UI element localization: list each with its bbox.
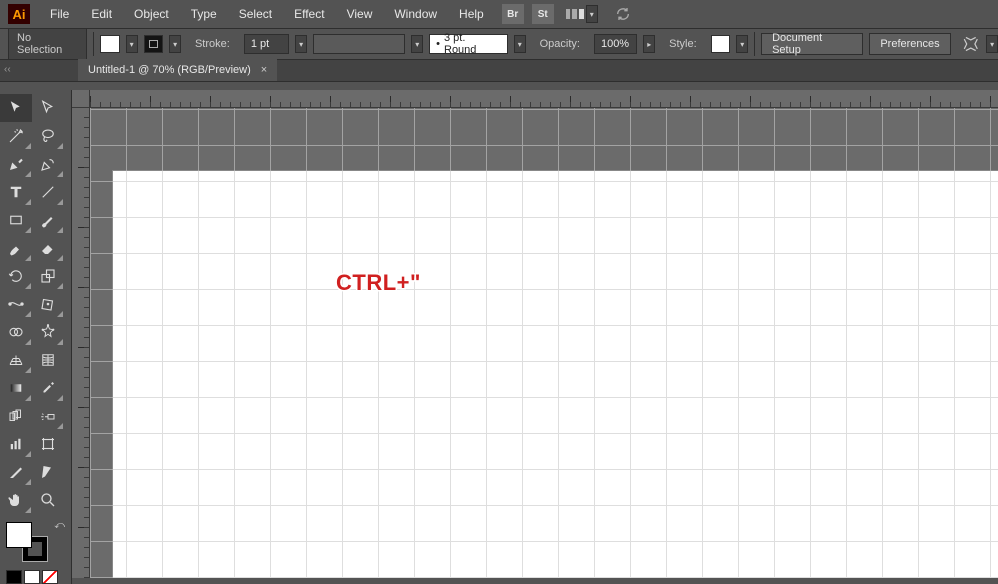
fill-stroke-swap[interactable]: ⤺	[0, 518, 71, 568]
fill-color-box[interactable]	[6, 522, 32, 548]
perspective-grid-tool[interactable]	[0, 346, 32, 374]
arrange-documents-icon[interactable]	[566, 7, 584, 21]
column-graph-tool[interactable]	[0, 430, 32, 458]
slice-tool[interactable]	[0, 458, 32, 486]
stroke-label: Stroke:	[187, 35, 238, 53]
align-to-icon[interactable]	[961, 34, 981, 54]
paintbrush-tool[interactable]	[32, 206, 64, 234]
fill-dropdown[interactable]: ▾	[126, 35, 138, 53]
profile-dropdown[interactable]: ▾	[411, 35, 423, 53]
preferences-button[interactable]: Preferences	[869, 33, 950, 55]
divider	[93, 32, 94, 56]
control-bar: No Selection ▾ ▾ Stroke: 1 pt ▾ ▾ •3 pt.…	[0, 28, 998, 60]
canvas-area[interactable]: CTRL+"	[72, 90, 998, 578]
overlay-annotation: CTRL+"	[336, 270, 421, 296]
pen-tool[interactable]	[0, 150, 32, 178]
document-tab[interactable]: Untitled-1 @ 70% (RGB/Preview) ×	[78, 59, 277, 81]
puppet-warp-tool[interactable]	[32, 318, 64, 346]
menu-object[interactable]: Object	[124, 3, 179, 25]
opacity-dropdown[interactable]: ▸	[643, 35, 655, 53]
document-setup-button[interactable]: Document Setup	[761, 33, 863, 55]
arrange-dropdown[interactable]: ▾	[586, 5, 598, 23]
free-transform-tool[interactable]	[32, 290, 64, 318]
sync-settings-icon[interactable]	[614, 6, 632, 22]
vertical-ruler[interactable]	[72, 108, 90, 578]
brush-dropdown[interactable]: ▾	[514, 35, 526, 53]
style-swatch[interactable]	[711, 35, 731, 53]
menu-view[interactable]: View	[337, 3, 383, 25]
rectangle-tool[interactable]	[0, 206, 32, 234]
artboard-tool[interactable]	[32, 430, 64, 458]
stroke-weight-field[interactable]: 1 pt	[244, 34, 289, 54]
app-logo: Ai	[8, 4, 30, 24]
lasso-tool[interactable]	[32, 122, 64, 150]
zoom-tool[interactable]	[32, 486, 64, 514]
menu-bar: Ai File Edit Object Type Select Effect V…	[0, 0, 998, 28]
align-dropdown[interactable]: ▾	[986, 35, 998, 53]
style-label: Style:	[661, 35, 705, 53]
symbol-sprayer-tool[interactable]	[32, 402, 64, 430]
horizontal-ruler[interactable]	[90, 90, 998, 108]
stock-icon[interactable]: St	[532, 4, 554, 24]
tools-panel: ⤺	[0, 90, 72, 584]
mesh-tool[interactable]	[32, 346, 64, 374]
print-tiling-tool[interactable]	[32, 458, 64, 486]
selection-tool[interactable]	[0, 94, 32, 122]
blend-tool[interactable]	[0, 402, 32, 430]
rotate-tool[interactable]	[0, 262, 32, 290]
document-tab-bar: Untitled-1 @ 70% (RGB/Preview) ×	[0, 60, 998, 82]
artboard[interactable]	[112, 170, 998, 578]
shape-builder-tool[interactable]	[0, 318, 32, 346]
stroke-swatch[interactable]	[144, 35, 164, 53]
magic-wand-tool[interactable]	[0, 122, 32, 150]
menu-type[interactable]: Type	[181, 3, 227, 25]
brush-definition[interactable]: •3 pt. Round	[429, 34, 508, 54]
hand-tool[interactable]	[0, 486, 32, 514]
brush-def-text: 3 pt. Round	[444, 32, 501, 56]
menu-file[interactable]: File	[40, 3, 79, 25]
gradient-tool[interactable]	[0, 374, 32, 402]
document-title: Untitled-1 @ 70% (RGB/Preview)	[88, 64, 251, 76]
stroke-dropdown[interactable]: ▾	[169, 35, 181, 53]
direct-selection-tool[interactable]	[32, 94, 64, 122]
menu-effect[interactable]: Effect	[284, 3, 334, 25]
menu-select[interactable]: Select	[229, 3, 282, 25]
stroke-weight-dropdown[interactable]: ▾	[295, 35, 307, 53]
selection-status: No Selection	[8, 28, 87, 60]
width-tool[interactable]	[0, 290, 32, 318]
ruler-origin[interactable]	[72, 90, 90, 108]
shaper-tool[interactable]	[0, 234, 32, 262]
eyedropper-tool[interactable]	[32, 374, 64, 402]
menu-window[interactable]: Window	[384, 3, 447, 25]
menu-help[interactable]: Help	[449, 3, 494, 25]
type-tool[interactable]	[0, 178, 32, 206]
scale-tool[interactable]	[32, 262, 64, 290]
eraser-tool[interactable]	[32, 234, 64, 262]
opacity-label: Opacity:	[532, 35, 588, 53]
color-mode-gradient[interactable]	[24, 570, 40, 584]
opacity-field[interactable]: 100%	[594, 34, 637, 54]
menu-edit[interactable]: Edit	[81, 3, 122, 25]
fill-swatch[interactable]	[100, 35, 120, 53]
curvature-tool[interactable]	[32, 150, 64, 178]
line-tool[interactable]	[32, 178, 64, 206]
bridge-icon[interactable]: Br	[502, 4, 524, 24]
variable-width-profile[interactable]	[313, 34, 405, 54]
color-mode-none[interactable]	[42, 570, 58, 584]
swap-fill-stroke-icon[interactable]: ⤺	[54, 520, 65, 531]
style-dropdown[interactable]: ▾	[736, 35, 748, 53]
close-tab-icon[interactable]: ×	[261, 64, 267, 76]
divider	[754, 32, 755, 56]
panel-collapse-icon[interactable]: ‹‹	[4, 64, 11, 75]
color-mode-row	[0, 570, 71, 584]
color-mode-solid[interactable]	[6, 570, 22, 584]
